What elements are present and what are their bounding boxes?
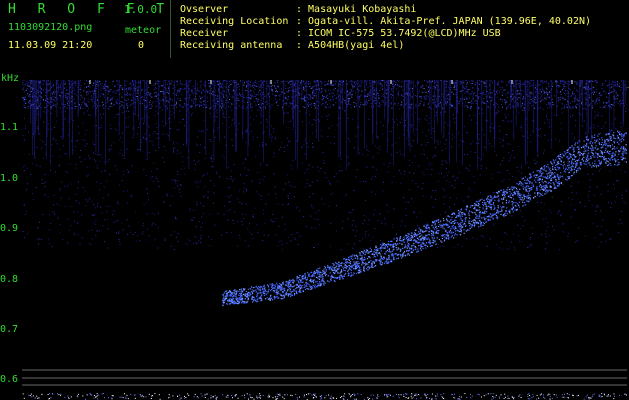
signal-streak (222, 130, 627, 307)
y-tick-label: 1.0 (0, 173, 19, 184)
location-value: : Ogata-vill. Akita-Pref. JAPAN (139.96E… (296, 16, 592, 27)
observer-value: : Masayuki Kobayashi (296, 4, 417, 15)
y-axis-unit: kHz (1, 73, 20, 84)
file-name: 1103092120.png (8, 22, 93, 33)
bottom-band (22, 393, 627, 400)
spectrogram-plot (22, 80, 627, 400)
meteor-count: 0 (138, 40, 145, 51)
file-datetime: 11.03.09 21:20 (8, 40, 93, 51)
receiver-label: Receiver (180, 28, 229, 39)
app-version: 1.0.0 (124, 3, 158, 16)
y-tick-label: 1.1 (0, 122, 19, 133)
antenna-value: : A504HB(yagi 4el) (296, 40, 405, 51)
y-tick-label: 0.7 (0, 324, 19, 335)
y-tick-label: 0.6 (0, 374, 19, 385)
header-panel: H R O F F T 1.0.0 1103092120.png meteor … (0, 0, 629, 80)
noise-layer (22, 80, 627, 251)
location-label: Receiving Location (180, 16, 289, 27)
meteor-label: meteor (125, 25, 162, 36)
axis-ticks (89, 80, 573, 84)
receiver-value: : ICOM IC-575 53.7492(@LCD)MHz USB (296, 28, 501, 39)
observer-label: Ovserver (180, 4, 229, 15)
y-tick-label: 0.9 (0, 223, 19, 234)
y-tick-label: 0.8 (0, 274, 19, 285)
header-divider (170, 0, 171, 58)
antenna-label: Receiving antenna (180, 40, 283, 51)
spectrogram-canvas (22, 80, 627, 400)
vertical-streaks (30, 80, 626, 170)
reference-lines (22, 369, 627, 386)
